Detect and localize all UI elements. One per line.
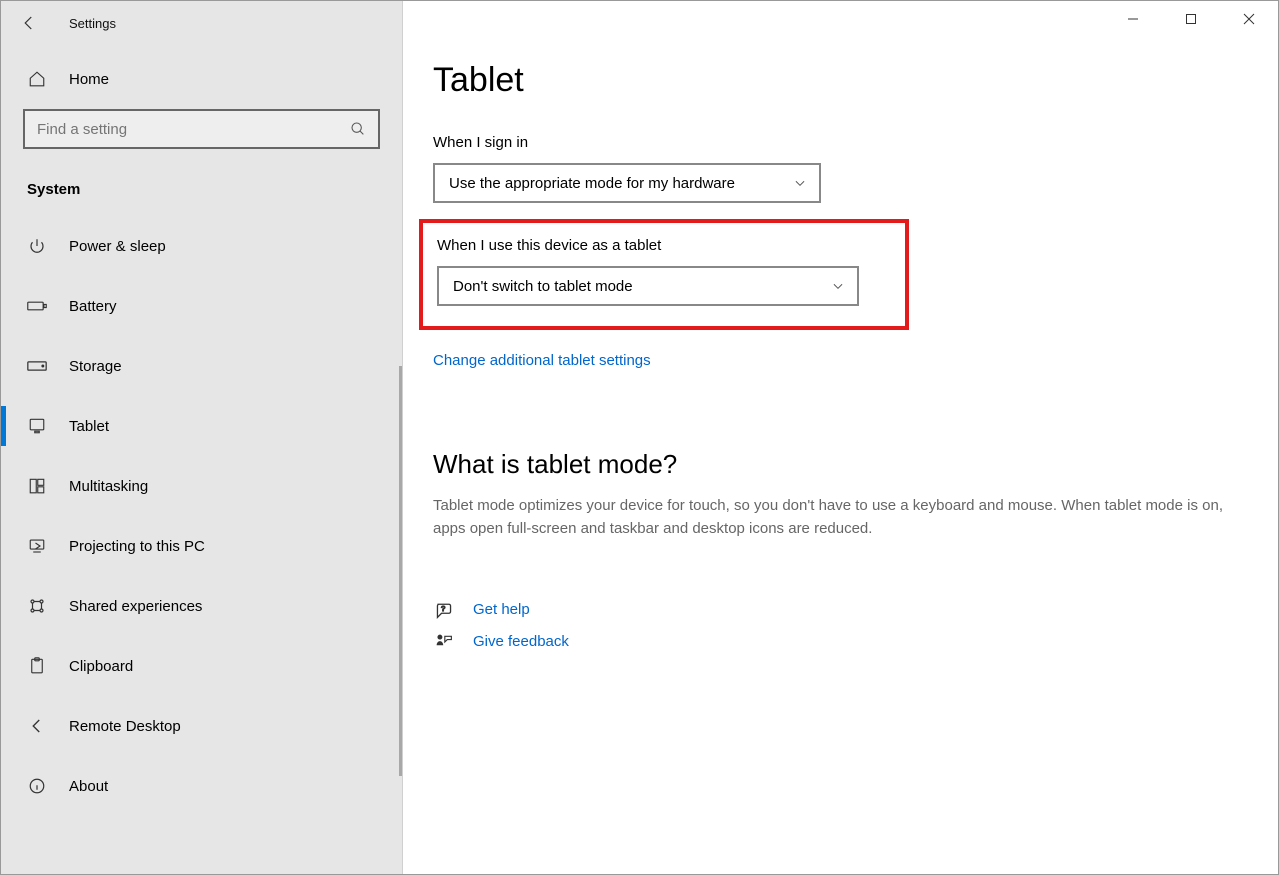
feedback-icon — [433, 633, 455, 651]
sidebar-item-label: Power & sleep — [69, 238, 166, 255]
sidebar-home[interactable]: Home — [1, 45, 402, 109]
sidebar-item-label: Multitasking — [69, 478, 148, 495]
clipboard-icon — [27, 656, 47, 676]
sidebar-nav-list: Power & sleep Battery Storage Tablet — [1, 216, 402, 816]
tablet-use-label: When I use this device as a tablet — [437, 237, 881, 254]
tablet-icon — [27, 416, 47, 436]
give-feedback-link[interactable]: Give feedback — [473, 633, 569, 650]
signin-label: When I sign in — [433, 134, 1242, 151]
power-icon — [27, 236, 47, 256]
search-input[interactable] — [37, 121, 317, 138]
chevron-down-icon — [793, 176, 807, 190]
shared-icon — [27, 596, 47, 616]
tablet-use-dropdown[interactable]: Don't switch to tablet mode — [437, 266, 859, 306]
sidebar-item-label: Remote Desktop — [69, 718, 181, 735]
titlebar-left: Settings — [1, 1, 402, 45]
sidebar-item-multitasking[interactable]: Multitasking — [1, 456, 402, 516]
search-icon — [350, 121, 366, 137]
projecting-icon — [27, 536, 47, 556]
svg-text:?: ? — [441, 603, 445, 612]
chevron-down-icon — [831, 279, 845, 293]
settings-sidebar: Settings Home System Power & sleep — [1, 1, 403, 874]
home-icon — [27, 69, 47, 89]
page-title: Tablet — [433, 61, 1242, 100]
sidebar-category: System — [1, 167, 402, 216]
what-is-tablet-description: Tablet mode optimizes your device for to… — [433, 494, 1223, 541]
sidebar-item-remote-desktop[interactable]: Remote Desktop — [1, 696, 402, 756]
back-arrow-icon[interactable] — [19, 13, 39, 33]
battery-icon — [27, 296, 47, 316]
sidebar-item-power-sleep[interactable]: Power & sleep — [1, 216, 402, 276]
sidebar-item-label: About — [69, 778, 108, 795]
sidebar-item-label: Storage — [69, 358, 122, 375]
sidebar-item-about[interactable]: About — [1, 756, 402, 816]
sidebar-item-label: Projecting to this PC — [69, 538, 205, 555]
signin-mode-dropdown[interactable]: Use the appropriate mode for my hardware — [433, 163, 821, 203]
signin-mode-value: Use the appropriate mode for my hardware — [449, 175, 735, 192]
sidebar-item-projecting[interactable]: Projecting to this PC — [1, 516, 402, 576]
remote-icon — [27, 716, 47, 736]
storage-icon — [27, 356, 47, 376]
help-icon: ? — [433, 601, 455, 619]
window-maximize-button[interactable] — [1162, 1, 1220, 37]
highlighted-tablet-use-group: When I use this device as a tablet Don't… — [419, 219, 909, 330]
sidebar-item-shared-experiences[interactable]: Shared experiences — [1, 576, 402, 636]
sidebar-item-label: Tablet — [69, 418, 109, 435]
about-icon — [27, 776, 47, 796]
sidebar-item-label: Battery — [69, 298, 117, 315]
sidebar-home-label: Home — [69, 71, 109, 88]
sidebar-item-battery[interactable]: Battery — [1, 276, 402, 336]
sidebar-item-label: Shared experiences — [69, 598, 202, 615]
sidebar-item-storage[interactable]: Storage — [1, 336, 402, 396]
search-input-container[interactable] — [23, 109, 380, 149]
app-title: Settings — [69, 16, 116, 31]
sidebar-item-clipboard[interactable]: Clipboard — [1, 636, 402, 696]
get-help-link[interactable]: Get help — [473, 601, 530, 618]
window-minimize-button[interactable] — [1104, 1, 1162, 37]
sidebar-item-tablet[interactable]: Tablet — [1, 396, 402, 456]
tablet-use-value: Don't switch to tablet mode — [453, 278, 633, 295]
sidebar-scrollbar[interactable] — [399, 366, 402, 776]
sidebar-item-label: Clipboard — [69, 658, 133, 675]
settings-main: Tablet When I sign in Use the appropriat… — [403, 1, 1278, 874]
window-close-button[interactable] — [1220, 1, 1278, 37]
change-tablet-settings-link[interactable]: Change additional tablet settings — [433, 352, 651, 369]
window-controls — [1104, 1, 1278, 37]
multitasking-icon — [27, 476, 47, 496]
what-is-tablet-heading: What is tablet mode? — [433, 449, 1242, 480]
